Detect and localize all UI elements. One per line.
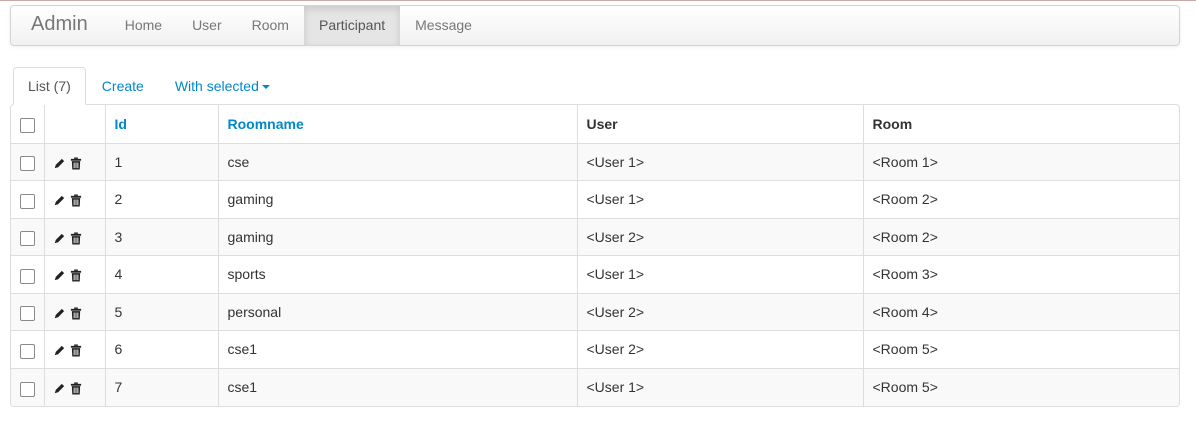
cell-roomname: cse1: [217, 367, 577, 406]
pencil-icon[interactable]: [53, 382, 66, 395]
brand-link[interactable]: Admin: [11, 6, 108, 45]
select-all-checkbox[interactable]: [19, 118, 35, 134]
pencil-icon[interactable]: [53, 269, 66, 282]
row-checkbox[interactable]: [19, 381, 35, 397]
row-select-cell: [11, 142, 44, 181]
table-header-row: Id Roomname User Room: [11, 105, 1179, 143]
caret-down-icon: [261, 85, 270, 90]
cell-room: <Room 4>: [862, 292, 1179, 331]
header-room: Room: [862, 105, 1179, 143]
navbar: Admin Home User Room Participant Message: [10, 5, 1180, 46]
trash-icon[interactable]: [70, 269, 82, 282]
tab-create[interactable]: Create: [87, 67, 159, 105]
nav-user[interactable]: User: [177, 6, 237, 45]
cell-user: <User 2>: [576, 292, 863, 331]
header-actions: [43, 105, 105, 143]
table-row: 2 gaming <User 1> <Room 2>: [11, 180, 1179, 218]
nav-home[interactable]: Home: [110, 6, 177, 45]
row-actions: [43, 217, 105, 256]
table-row: 6 cse1 <User 2> <Room 5>: [11, 330, 1179, 368]
row-select-cell: [11, 255, 44, 293]
row-checkbox[interactable]: [19, 343, 35, 359]
cell-id: 6: [104, 330, 218, 368]
tab-list[interactable]: List (7): [13, 67, 86, 105]
row-select-cell: [11, 180, 44, 218]
cell-roomname: personal: [217, 292, 577, 331]
cell-roomname: sports: [217, 255, 577, 293]
row-checkbox[interactable]: [19, 268, 35, 284]
cell-roomname: cse1: [217, 330, 577, 368]
pencil-icon[interactable]: [53, 194, 66, 207]
row-checkbox[interactable]: [19, 193, 35, 209]
cell-user: <User 2>: [576, 217, 863, 256]
table-row: 7 cse1 <User 1> <Room 5>: [11, 367, 1179, 406]
header-roomname[interactable]: Roomname: [217, 105, 577, 143]
cell-id: 7: [104, 367, 218, 406]
row-actions: [43, 255, 105, 293]
tab-with-selected[interactable]: With selected: [160, 67, 285, 105]
view-tabs: List (7) Create With selected: [13, 67, 1181, 105]
pencil-icon[interactable]: [53, 344, 66, 357]
cell-id: 2: [104, 180, 218, 218]
header-select-all: [11, 105, 44, 143]
row-actions: [43, 142, 105, 181]
cell-user: <User 1>: [576, 142, 863, 181]
with-selected-label: With selected: [174, 78, 259, 94]
table-row: 5 personal <User 2> <Room 4>: [11, 292, 1179, 331]
row-select-cell: [11, 367, 44, 406]
row-checkbox[interactable]: [19, 306, 35, 322]
cell-roomname: gaming: [217, 180, 577, 218]
cell-room: <Room 3>: [862, 255, 1179, 293]
table-row: 4 sports <User 1> <Room 3>: [11, 255, 1179, 293]
trash-icon[interactable]: [70, 382, 82, 395]
row-select-cell: [11, 330, 44, 368]
cell-id: 5: [104, 292, 218, 331]
trash-icon[interactable]: [70, 307, 82, 320]
trash-icon[interactable]: [70, 232, 82, 245]
cell-id: 1: [104, 142, 218, 181]
cell-roomname: gaming: [217, 217, 577, 256]
nav-message[interactable]: Message: [400, 6, 487, 45]
cell-room: <Room 2>: [862, 180, 1179, 218]
header-user: User: [576, 105, 863, 143]
cell-id: 4: [104, 255, 218, 293]
cell-user: <User 1>: [576, 255, 863, 293]
trash-icon[interactable]: [70, 157, 82, 170]
cell-user: <User 1>: [576, 180, 863, 218]
pencil-icon[interactable]: [53, 232, 66, 245]
row-select-cell: [11, 217, 44, 256]
participant-table: Id Roomname User Room 1 cse <User 1> <Room …: [10, 104, 1180, 407]
table-row: 3 gaming <User 2> <Room 2>: [11, 217, 1179, 256]
trash-icon[interactable]: [70, 194, 82, 207]
pencil-icon[interactable]: [53, 307, 66, 320]
row-actions: [43, 180, 105, 218]
cell-id: 3: [104, 217, 218, 256]
nav-participant[interactable]: Participant: [303, 6, 401, 45]
pencil-icon[interactable]: [53, 157, 66, 170]
nav-room[interactable]: Room: [237, 6, 304, 45]
cell-roomname: cse: [217, 142, 577, 181]
cell-room: <Room 5>: [862, 367, 1179, 406]
row-actions: [43, 330, 105, 368]
cell-room: <Room 2>: [862, 217, 1179, 256]
row-checkbox[interactable]: [19, 156, 35, 172]
row-select-cell: [11, 292, 44, 331]
cell-user: <User 1>: [576, 367, 863, 406]
cell-user: <User 2>: [576, 330, 863, 368]
cell-room: <Room 5>: [862, 330, 1179, 368]
row-actions: [43, 367, 105, 406]
cell-room: <Room 1>: [862, 142, 1179, 181]
row-checkbox[interactable]: [19, 231, 35, 247]
header-id[interactable]: Id: [104, 105, 218, 143]
table-row: 1 cse <User 1> <Room 1>: [11, 142, 1179, 181]
row-actions: [43, 292, 105, 331]
trash-icon[interactable]: [70, 344, 82, 357]
